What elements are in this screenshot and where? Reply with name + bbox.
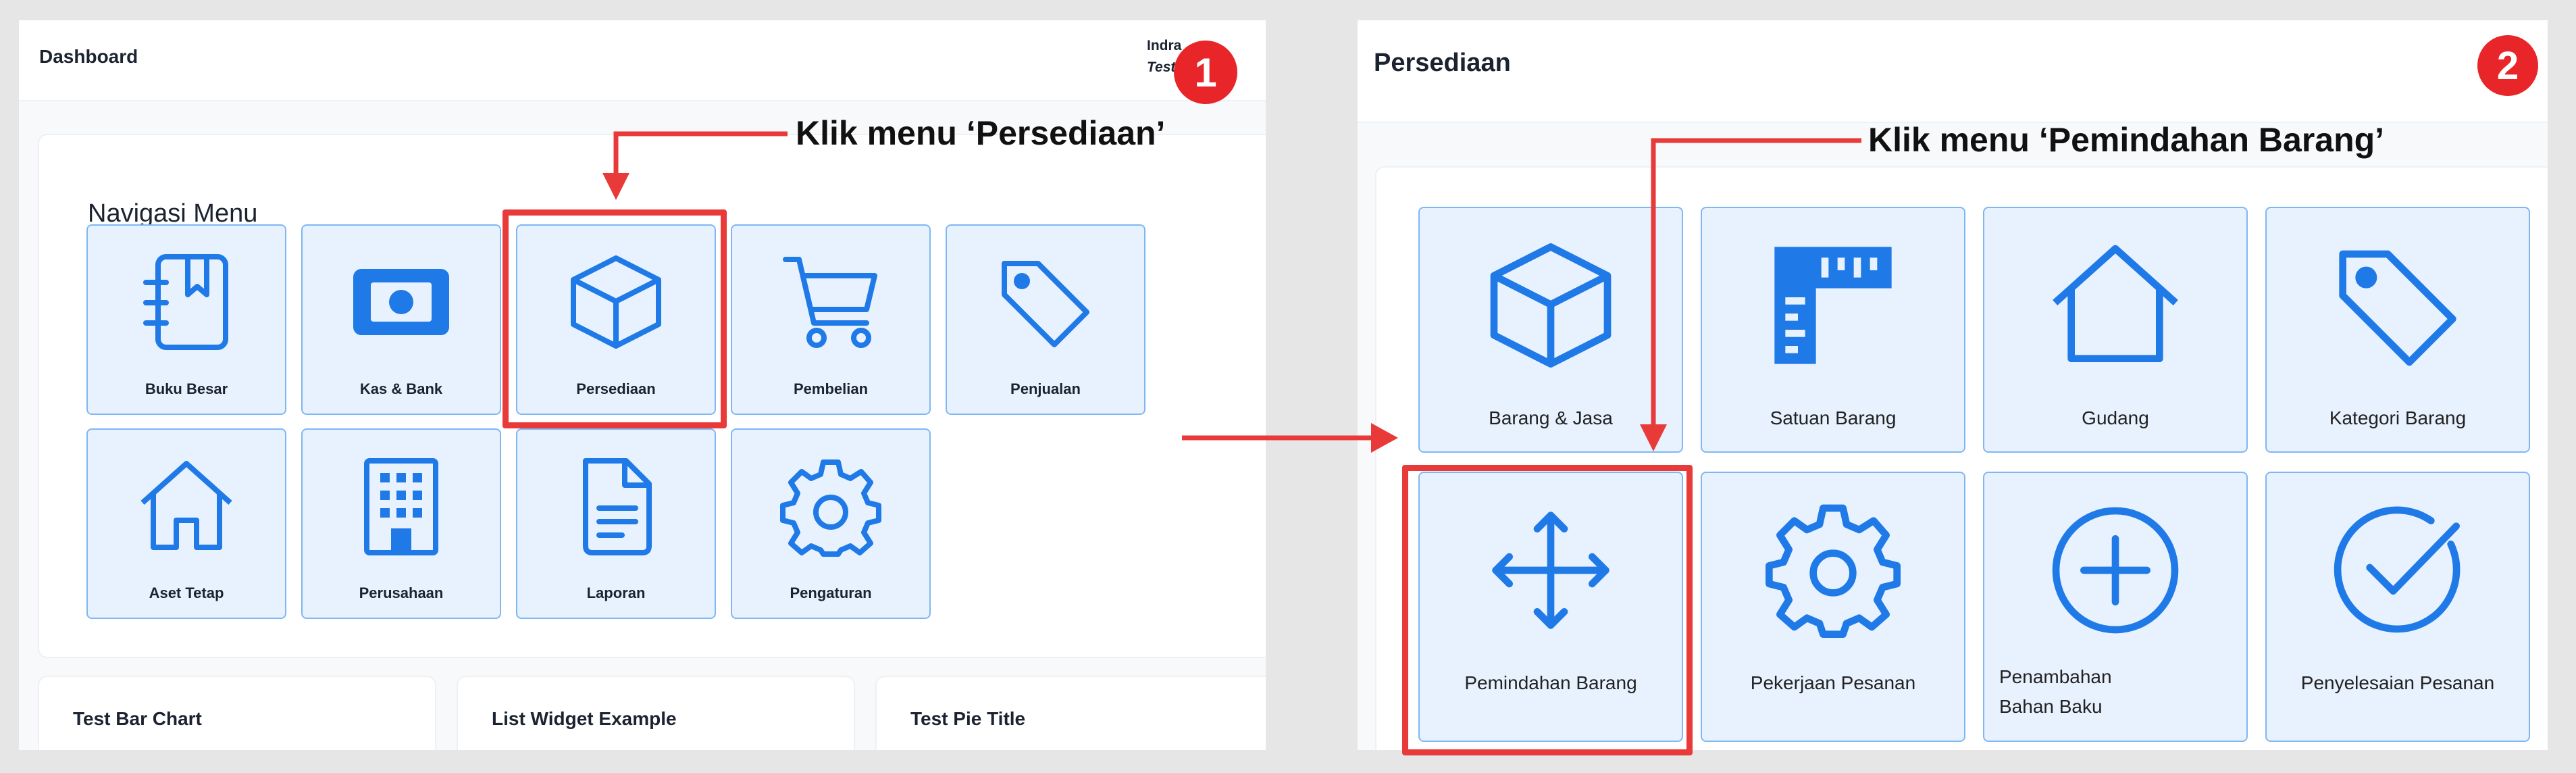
- annotation-arrows: [602, 131, 1861, 453]
